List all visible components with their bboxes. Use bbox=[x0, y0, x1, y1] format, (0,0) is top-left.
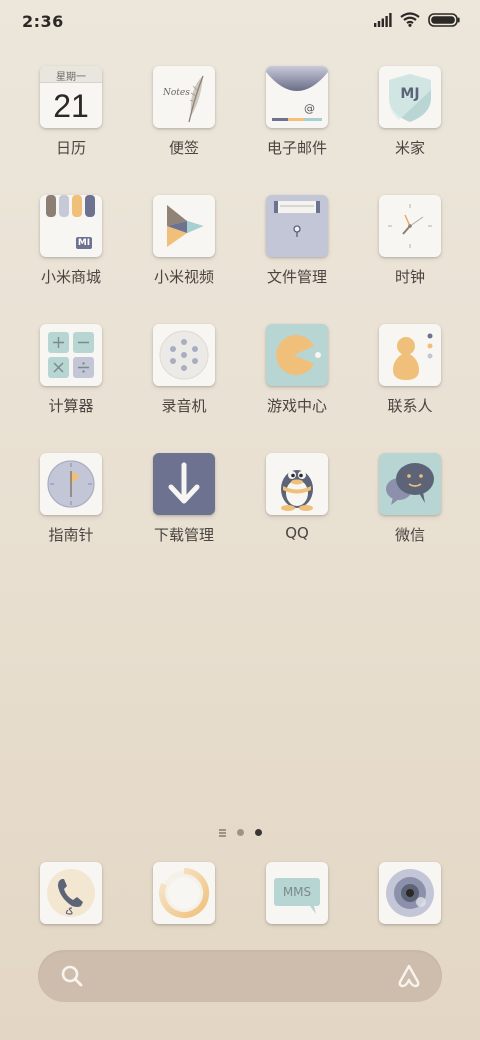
camera-icon bbox=[379, 862, 441, 924]
menu-lines-icon bbox=[218, 829, 226, 837]
svg-text:@: @ bbox=[304, 102, 315, 115]
app-compass[interactable]: 指南针 bbox=[16, 453, 126, 563]
feather-icon bbox=[188, 75, 204, 123]
app-file-manager[interactable]: 文件管理 bbox=[242, 195, 352, 305]
search-icon[interactable] bbox=[60, 964, 84, 988]
app-notes[interactable]: Notes 便签 bbox=[129, 66, 239, 176]
app-label: 指南针 bbox=[48, 526, 94, 544]
browser-icon bbox=[153, 862, 215, 924]
app-label: 时钟 bbox=[394, 268, 425, 286]
messages-icon: MMS bbox=[266, 862, 328, 924]
phone-icon bbox=[40, 862, 102, 924]
calendar-weekday: 星期一 bbox=[56, 72, 86, 83]
app-label: 录音机 bbox=[161, 397, 207, 415]
mijia-icon: MJ bbox=[379, 66, 441, 128]
video-icon bbox=[153, 195, 215, 257]
app-label: 文件管理 bbox=[266, 268, 327, 286]
page-dot-active[interactable] bbox=[254, 829, 262, 837]
app-label: 计算器 bbox=[48, 397, 94, 415]
compass-icon bbox=[40, 453, 102, 515]
game-center-icon bbox=[266, 324, 328, 386]
app-downloads[interactable]: 下载管理 bbox=[129, 453, 239, 563]
page-dot[interactable] bbox=[236, 829, 244, 837]
status-time: 2:36 bbox=[22, 12, 64, 31]
app-mi-video[interactable]: 小米视频 bbox=[129, 195, 239, 305]
recorder-icon bbox=[153, 324, 215, 386]
app-label: 小米商城 bbox=[40, 268, 101, 286]
battery-icon bbox=[428, 12, 460, 27]
app-clock[interactable]: 时钟 bbox=[355, 195, 465, 305]
calculator-icon bbox=[40, 324, 102, 386]
app-mijia[interactable]: MJ 米家 bbox=[355, 66, 465, 176]
app-label: 电子邮件 bbox=[266, 139, 327, 157]
app-label: 米家 bbox=[394, 139, 425, 157]
wifi-icon bbox=[400, 12, 420, 27]
app-calculator[interactable]: 计算器 bbox=[16, 324, 126, 434]
app-calendar[interactable]: 星期一 21 日历 bbox=[16, 66, 126, 176]
mms-icon-text: MMS bbox=[282, 885, 312, 899]
calendar-day: 21 bbox=[53, 88, 89, 124]
clock-icon bbox=[379, 195, 441, 257]
app-label: 游戏中心 bbox=[266, 397, 327, 415]
qq-icon bbox=[266, 453, 328, 515]
folder-icon bbox=[266, 195, 328, 257]
mall-icon-text: MI bbox=[77, 238, 91, 248]
signal-icon bbox=[374, 12, 392, 27]
notes-icon: Notes bbox=[153, 66, 215, 128]
app-label: 小米视频 bbox=[153, 268, 214, 286]
app-wechat[interactable]: 微信 bbox=[355, 453, 465, 563]
status-bar: 2:36 bbox=[0, 0, 480, 42]
contacts-icon bbox=[379, 324, 441, 386]
app-label: 便签 bbox=[168, 139, 199, 157]
page-indicator[interactable] bbox=[0, 829, 480, 837]
app-email[interactable]: @ 电子邮件 bbox=[242, 66, 352, 176]
email-icon: @ bbox=[266, 66, 328, 128]
app-game-center[interactable]: 游戏中心 bbox=[242, 324, 352, 434]
wechat-icon bbox=[379, 453, 441, 515]
calendar-icon: 星期一 21 bbox=[40, 66, 102, 128]
status-icons bbox=[374, 12, 460, 27]
app-label: 微信 bbox=[394, 526, 425, 544]
app-contacts[interactable]: 联系人 bbox=[355, 324, 465, 434]
app-recorder[interactable]: 录音机 bbox=[129, 324, 239, 434]
app-qq[interactable]: QQ bbox=[242, 453, 352, 563]
app-label: QQ bbox=[285, 524, 309, 542]
search-bar[interactable] bbox=[38, 950, 442, 1002]
download-icon bbox=[153, 453, 215, 515]
app-label: 日历 bbox=[55, 139, 86, 157]
app-label: 联系人 bbox=[387, 397, 433, 415]
app-label: 下载管理 bbox=[153, 526, 214, 544]
app-mi-mall[interactable]: MI 小米商城 bbox=[16, 195, 126, 305]
mi-mall-icon: MI bbox=[40, 195, 102, 257]
mijia-icon-text: MJ bbox=[400, 86, 420, 102]
assistant-icon[interactable] bbox=[396, 963, 422, 989]
